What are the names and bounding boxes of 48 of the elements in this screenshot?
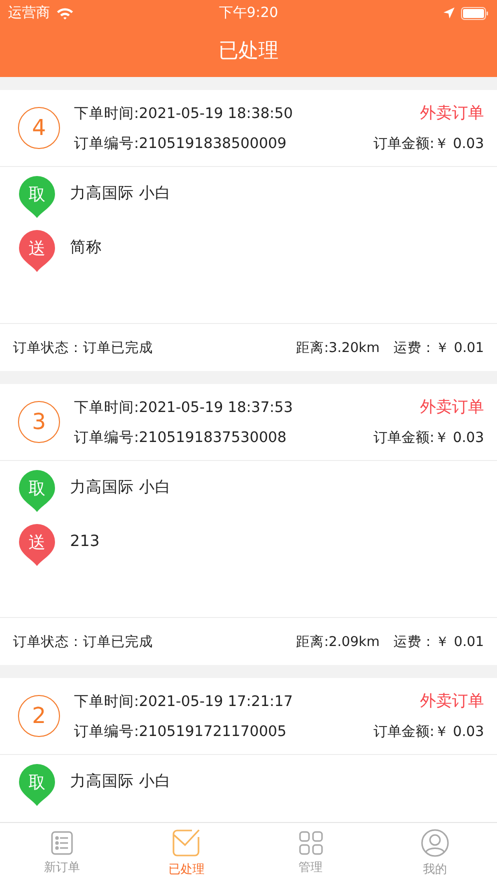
pickup-marker-icon: 取 [18, 763, 56, 807]
order-type: 外卖订单 [420, 397, 484, 418]
wifi-icon [56, 6, 74, 20]
dropoff-marker-icon: 送 [18, 229, 56, 273]
order-time: 下单时间:2021-05-19 17:21:17 [74, 693, 293, 711]
order-time: 下单时间:2021-05-19 18:38:50 [74, 105, 293, 123]
order-status: 订单状态：订单已完成 [13, 632, 153, 650]
order-card[interactable]: 3 下单时间:2021-05-19 18:37:53 外卖订单 订单编号:2105191837530008 订单金额:￥ 0.03 取 力高国际 小白 送 213 订单状态：订单已完成 距离:2.09km 运费：￥ 0.01 [0, 384, 497, 665]
tab-item[interactable]: 管理 [248, 823, 373, 883]
order-time: 下单时间:2021-05-19 18:37:53 [74, 399, 293, 417]
order-type: 外卖订单 [420, 103, 484, 124]
page-title: 已处理 [218, 37, 280, 64]
tab-item[interactable]: 新订单 [0, 823, 124, 883]
pickup-marker-icon: 取 [18, 175, 56, 219]
carrier-name: 运营商 [8, 4, 50, 22]
distance-text: 距离:3.20km [296, 338, 380, 356]
address-text: 力高国际 小白 [70, 183, 171, 204]
address-text: 简称 [70, 237, 102, 258]
order-status: 订单状态：订单已完成 [13, 338, 153, 356]
status-time: 下午9:20 [218, 4, 278, 22]
battery-icon [461, 6, 489, 20]
delivery-fee: 运费：￥ 0.01 [394, 632, 484, 650]
order-card[interactable]: 2 下单时间:2021-05-19 17:21:17 外卖订单 订单编号:2105191721170005 订单金额:￥ 0.03 取 力高国际 小白 [0, 678, 497, 822]
address-text: 力高国际 小白 [70, 771, 171, 792]
order-type: 外卖订单 [420, 691, 484, 712]
grid-icon [298, 830, 323, 854]
order-card[interactable]: 4 下单时间:2021-05-19 18:38:50 外卖订单 订单编号:2105191838500009 订单金额:￥ 0.03 取 力高国际 小白 送 简称 订单状态：订单已完成 距离:3.20km 运费：￥ 0.01 [0, 90, 497, 371]
location-arrow-icon [443, 7, 455, 19]
list-icon [50, 830, 74, 854]
pickup-marker-icon: 取 [18, 469, 56, 513]
order-amount: 订单金额:￥ 0.03 [374, 722, 484, 740]
address-text: 213 [70, 531, 100, 552]
address-text: 力高国际 小白 [70, 477, 171, 498]
distance-text: 距离:2.09km [296, 632, 380, 650]
order-number-badge: 2 [18, 695, 60, 737]
order-amount: 订单金额:￥ 0.03 [374, 134, 484, 152]
tab-item[interactable]: 已处理 [124, 823, 248, 883]
order-amount: 订单金额:￥ 0.03 [374, 428, 484, 446]
order-number-badge: 3 [18, 401, 60, 443]
tab-item[interactable]: 我的 [372, 823, 497, 883]
envelope-icon [172, 828, 200, 856]
order-id: 订单编号:2105191837530008 [74, 429, 286, 447]
order-id: 订单编号:2105191838500009 [74, 135, 286, 153]
dropoff-marker-icon: 送 [18, 523, 56, 567]
delivery-fee: 运费：￥ 0.01 [394, 338, 484, 356]
order-id: 订单编号:2105191721170005 [74, 723, 286, 741]
user-icon [420, 828, 449, 856]
order-number-badge: 4 [18, 107, 60, 149]
